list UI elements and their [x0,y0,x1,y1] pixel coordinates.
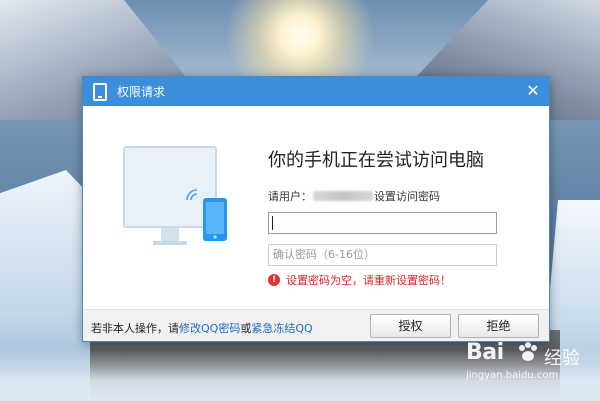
computer-phone-illustration [123,146,227,245]
error-text: 设置密码为空，请重新设置密码！ [286,274,451,287]
user-suffix: 设置访问密码 [374,190,440,203]
watermark-brand: Bai [466,340,504,365]
footer-notice: 若非本人操作，请修改QQ密码或紧急冻结QQ [91,320,313,336]
dialog-titlebar[interactable]: 权限请求 ✕ [83,77,549,106]
monitor-base [153,241,187,245]
text-caret [272,216,273,230]
reject-button[interactable]: 拒绝 [458,314,539,338]
dialog-title: 权限请求 [117,85,166,99]
dialog-heading: 你的手机正在尝试访问电脑 [268,150,484,171]
baidu-jingyan-watermark: Bai 经验 jingyan.baidu.com [466,336,596,396]
error-icon: ! [268,274,280,286]
phone-icon [93,82,107,101]
paw-icon [519,342,537,361]
confirm-password-input[interactable]: 确认密码（6-16位） [268,244,497,266]
user-instruction: 请用户： 设置访问密码 [268,188,440,204]
close-button[interactable]: ✕ [523,81,543,101]
monitor-stand [161,228,179,242]
error-message: ! 设置密码为空，请重新设置密码！ [268,272,451,288]
watermark-url: jingyan.baidu.com [466,370,559,381]
freeze-qq-link[interactable]: 紧急冻结QQ [251,322,312,335]
permission-request-dialog: 权限请求 ✕ 你的手机正在尝试访问电脑 请用户： 设置访问密码 确认密码（6-1… [82,76,550,342]
phone-home-button [213,235,217,239]
modify-qq-password-link[interactable]: 修改QQ密码 [179,322,240,335]
watermark-jingyan: 经验 [544,348,580,369]
footer-or: 或 [240,322,252,335]
phone-screen [206,202,224,234]
dialog-body: 你的手机正在尝试访问电脑 请用户： 设置访问密码 确认密码（6-16位） ! 设… [83,106,549,311]
password-input[interactable] [268,212,497,234]
blurred-user-id [313,191,373,201]
monitor-screen [123,146,217,228]
close-icon: ✕ [526,81,540,100]
footer-prefix: 若非本人操作，请 [91,322,179,335]
authorize-button[interactable]: 授权 [370,314,451,338]
user-prefix: 请用户： [268,190,312,203]
